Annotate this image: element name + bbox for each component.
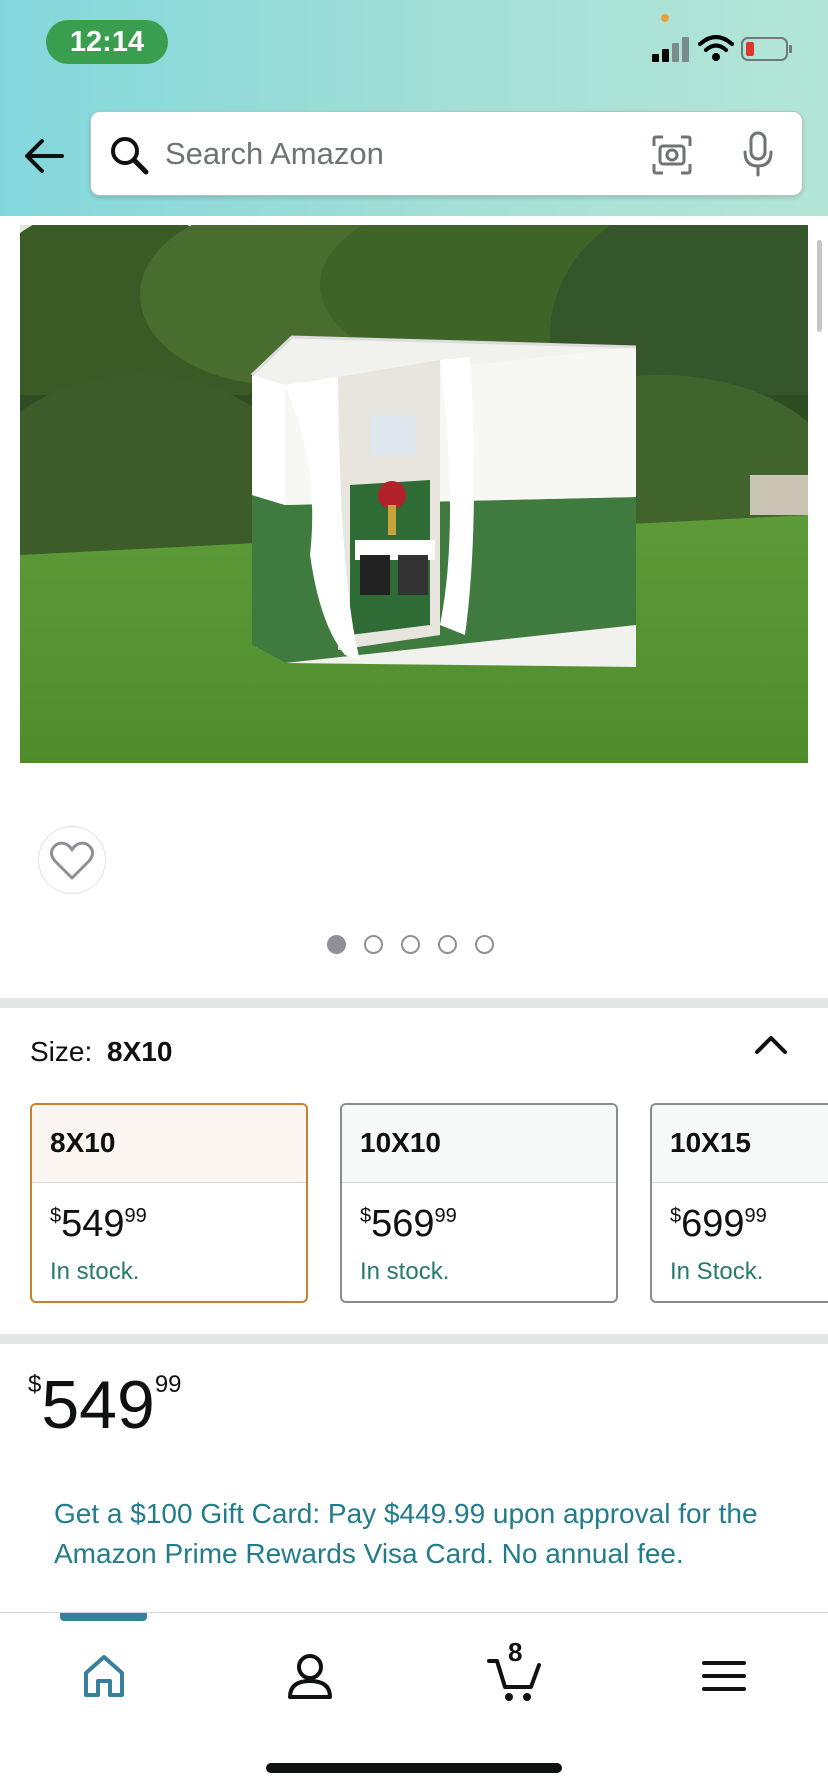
search-icon bbox=[111, 137, 149, 175]
microphone-icon[interactable] bbox=[741, 130, 775, 178]
section-divider bbox=[0, 1334, 828, 1344]
home-indicator[interactable] bbox=[266, 1763, 562, 1773]
size-option-stock: In stock. bbox=[360, 1258, 450, 1285]
size-option-name: 10X15 bbox=[652, 1105, 828, 1183]
app-header: 12:14 Search Amazon bbox=[0, 0, 828, 216]
battery-icon bbox=[741, 37, 792, 61]
active-tab-indicator bbox=[60, 1613, 147, 1621]
image-pagination[interactable] bbox=[327, 935, 494, 954]
search-bar[interactable]: Search Amazon bbox=[90, 111, 803, 196]
search-input[interactable]: Search Amazon bbox=[165, 136, 384, 172]
size-option-price: $56999 bbox=[360, 1203, 457, 1245]
size-option-10x15[interactable]: 10X15 $69999 In Stock. bbox=[650, 1103, 828, 1303]
menu-icon[interactable] bbox=[694, 1647, 754, 1705]
scrollbar-thumb[interactable] bbox=[817, 240, 822, 332]
account-icon[interactable] bbox=[280, 1647, 340, 1705]
status-time: 12:14 bbox=[46, 20, 168, 64]
chevron-up-icon[interactable] bbox=[753, 1030, 789, 1058]
section-divider bbox=[0, 998, 828, 1008]
back-arrow-icon[interactable] bbox=[22, 136, 66, 176]
add-to-wishlist-button[interactable] bbox=[38, 826, 106, 894]
pagination-dot[interactable] bbox=[401, 935, 420, 954]
product-image[interactable] bbox=[20, 225, 808, 763]
size-label: Size: bbox=[30, 1036, 93, 1067]
pagination-dot[interactable] bbox=[438, 935, 457, 954]
size-option-name: 10X10 bbox=[342, 1105, 616, 1183]
pagination-dot[interactable] bbox=[475, 935, 494, 954]
selected-size-value: 8X10 bbox=[107, 1036, 173, 1067]
camera-search-icon[interactable] bbox=[651, 134, 693, 176]
size-option-10x10[interactable]: 10X10 $56999 In stock. bbox=[340, 1103, 618, 1303]
size-option-stock: In stock. bbox=[50, 1258, 140, 1285]
cart-count-badge: 8 bbox=[508, 1637, 523, 1667]
home-icon[interactable] bbox=[74, 1647, 134, 1705]
size-option-stock: In Stock. bbox=[670, 1258, 764, 1285]
pagination-dot[interactable] bbox=[327, 935, 346, 954]
heart-icon bbox=[49, 841, 95, 880]
cellular-signal-icon bbox=[652, 37, 689, 62]
pagination-dot[interactable] bbox=[364, 935, 383, 954]
product-price: $54999 bbox=[28, 1367, 182, 1443]
credit-card-promo-link[interactable]: Get a $100 Gift Card: Pay $449.99 upon a… bbox=[54, 1494, 794, 1574]
size-option-price: $69999 bbox=[670, 1203, 767, 1245]
size-option-8x10[interactable]: 8X10 $54999 In stock. bbox=[30, 1103, 308, 1303]
wifi-icon bbox=[698, 35, 734, 61]
size-option-price: $54999 bbox=[50, 1203, 147, 1245]
privacy-indicator-dot bbox=[661, 14, 669, 22]
size-option-name: 8X10 bbox=[32, 1105, 306, 1183]
